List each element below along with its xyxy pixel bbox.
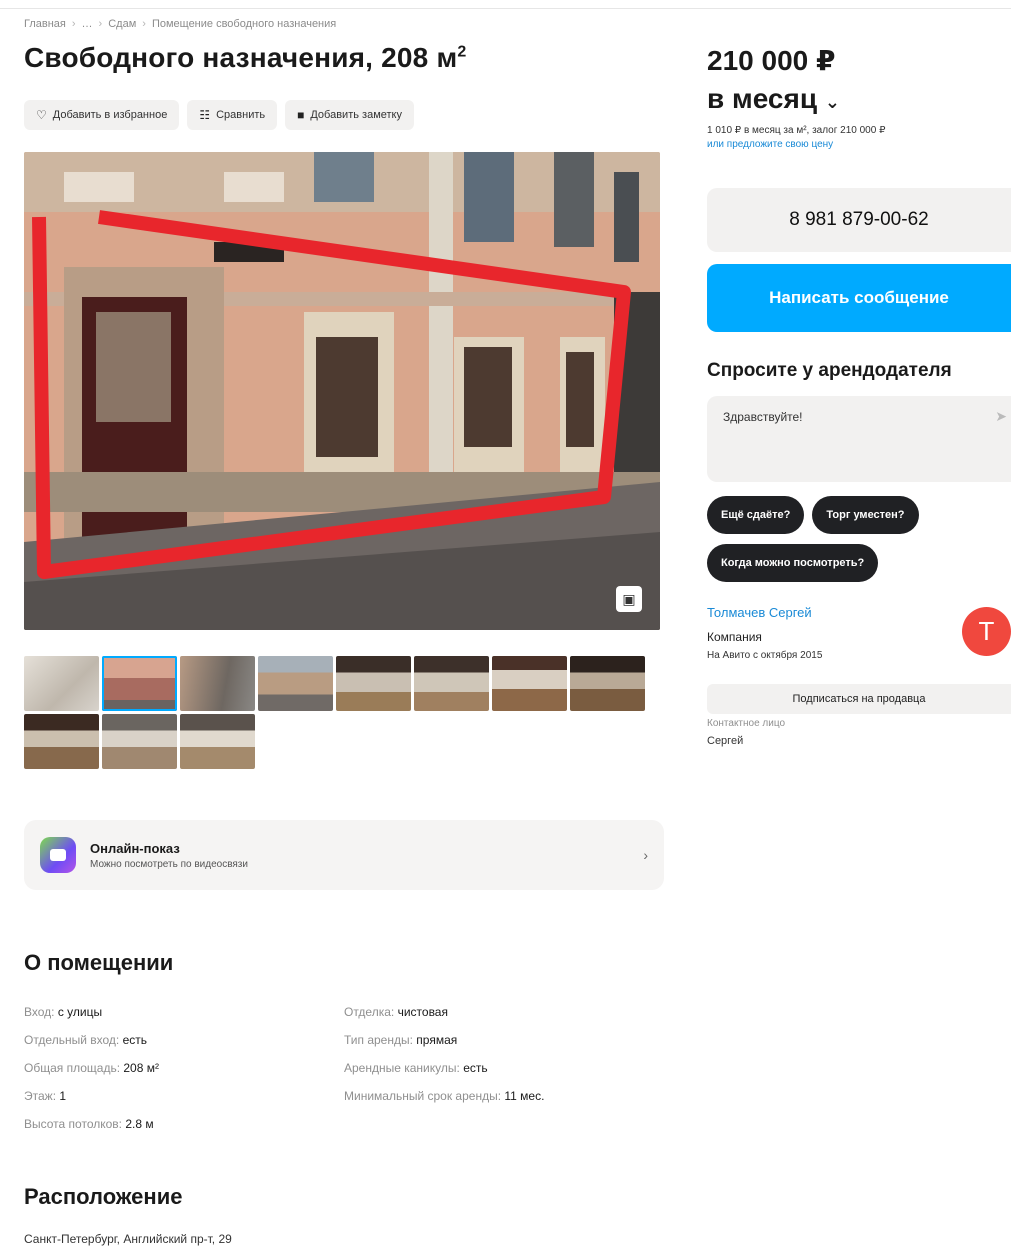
thumbnail[interactable] bbox=[102, 714, 177, 769]
compare-button[interactable]: ☷ Сравнить bbox=[187, 100, 278, 130]
thumbnail[interactable] bbox=[102, 656, 177, 711]
show-phone-button[interactable]: 8 981 879-00-62 bbox=[707, 188, 1011, 252]
params-right: Отделка: чистовая Тип аренды: прямая Аре… bbox=[344, 998, 664, 1138]
param-item: Общая площадь: 208 м² bbox=[24, 1061, 159, 1075]
price-amount: 210 000 ₽ bbox=[707, 45, 836, 76]
contact-person-label: Контактное лицо bbox=[707, 718, 786, 729]
quick-question-chip[interactable]: Когда можно посмотреть? bbox=[707, 544, 879, 582]
note-icon: ■ bbox=[297, 108, 305, 122]
compare-icon: ☷ bbox=[199, 108, 211, 122]
param-item: Вход: с улицы bbox=[24, 1005, 103, 1019]
breadcrumb-home[interactable]: Главная bbox=[24, 18, 66, 30]
about-params: Вход: с улицы Отдельный вход: есть Общая… bbox=[24, 998, 664, 1138]
storefront-photo bbox=[24, 152, 660, 630]
breadcrumb-separator: › bbox=[71, 18, 76, 30]
thumbnail[interactable] bbox=[258, 656, 333, 711]
breadcrumb-category[interactable]: Помещение свободного назначения bbox=[152, 18, 336, 30]
offer-price-link[interactable]: или предложите свою цену bbox=[707, 138, 885, 152]
main-photo[interactable]: ▣ bbox=[24, 152, 660, 630]
write-message-button[interactable]: Написать сообщение bbox=[707, 264, 1011, 332]
params-left: Вход: с улицы Отдельный вход: есть Общая… bbox=[24, 998, 344, 1138]
address: Санкт-Петербург, Английский пр-т, 29 bbox=[24, 1232, 232, 1246]
thumbnail[interactable] bbox=[180, 656, 255, 711]
thumbnail[interactable] bbox=[336, 656, 411, 711]
quick-question-chip[interactable]: Торг уместен? bbox=[812, 496, 919, 534]
thumbnail[interactable] bbox=[414, 656, 489, 711]
seller-since: На Авито с октября 2015 bbox=[707, 650, 823, 661]
price-note: 1 010 ₽ в месяц за м², залог 210 000 ₽ и… bbox=[707, 124, 885, 152]
heart-icon: ♡ bbox=[36, 108, 47, 122]
breadcrumb-separator: › bbox=[142, 18, 146, 30]
location-section-title: Расположение bbox=[24, 1184, 183, 1209]
thumbnail[interactable] bbox=[24, 714, 99, 769]
top-divider bbox=[0, 8, 1011, 9]
quick-questions: Ещё сдаёте? Торг уместен? Когда можно по… bbox=[707, 496, 1007, 582]
page-title: Свободного назначения, 208 м2 bbox=[24, 42, 466, 74]
page-title-superscript: 2 bbox=[457, 43, 467, 61]
ask-seller-title: Спросите у арендодателя bbox=[707, 360, 952, 381]
param-item: Отдельный вход: есть bbox=[24, 1033, 147, 1047]
photo-thumbnails bbox=[24, 656, 664, 769]
contact-person-name: Сергей bbox=[707, 735, 744, 747]
price-period: в месяц bbox=[707, 83, 818, 114]
thumbnail[interactable] bbox=[24, 656, 99, 711]
thumbnail[interactable] bbox=[492, 656, 567, 711]
price-block: 210 000 ₽ в месяц ⌄ bbox=[707, 42, 840, 121]
seller-type: Компания bbox=[707, 630, 762, 644]
seller-name-link[interactable]: Толмачев Сергей bbox=[707, 605, 812, 620]
listing-actions: ♡ Добавить в избранное ☷ Сравнить ■ Доба… bbox=[24, 100, 414, 130]
thumbnail[interactable] bbox=[570, 656, 645, 711]
param-item: Тип аренды: прямая bbox=[344, 1033, 458, 1047]
breadcrumb-ellipsis[interactable]: … bbox=[82, 18, 93, 30]
compare-label: Сравнить bbox=[216, 109, 266, 121]
param-item: Арендные каникулы: есть bbox=[344, 1061, 488, 1075]
thumbnail[interactable] bbox=[180, 714, 255, 769]
add-note-button[interactable]: ■ Добавить заметку bbox=[285, 100, 414, 130]
add-note-label: Добавить заметку bbox=[310, 109, 402, 121]
quick-question-chip[interactable]: Ещё сдаёте? bbox=[707, 496, 805, 534]
add-favorite-label: Добавить в избранное bbox=[52, 109, 168, 121]
ask-seller-input[interactable]: Здравствуйте! ➤ bbox=[707, 396, 1011, 482]
price-per-meter: 1 010 ₽ в месяц за м², залог 210 000 ₽ bbox=[707, 125, 886, 136]
param-item: Минимальный срок аренды: 11 мес. bbox=[344, 1089, 545, 1103]
chevron-down-icon: ⌄ bbox=[824, 92, 840, 112]
breadcrumb: Главная › … › Сдам › Помещение свободног… bbox=[24, 18, 336, 30]
online-showing-banner[interactable]: Онлайн-показ Можно посмотреть по видеосв… bbox=[24, 820, 664, 890]
price-period-selector[interactable]: в месяц ⌄ bbox=[707, 80, 840, 121]
video-call-icon bbox=[40, 837, 76, 873]
avatar[interactable]: Т bbox=[962, 607, 1011, 656]
subscribe-seller-button[interactable]: Подписаться на продавца bbox=[707, 684, 1011, 714]
about-section-title: О помещении bbox=[24, 950, 174, 975]
send-icon[interactable]: ➤ bbox=[995, 408, 1007, 425]
param-item: Отделка: чистовая bbox=[344, 1005, 448, 1019]
ask-seller-input-text: Здравствуйте! bbox=[723, 410, 803, 424]
add-favorite-button[interactable]: ♡ Добавить в избранное bbox=[24, 100, 180, 130]
breadcrumb-rent[interactable]: Сдам bbox=[108, 18, 136, 30]
gallery-icon[interactable]: ▣ bbox=[616, 586, 642, 612]
chevron-right-icon: › bbox=[643, 847, 648, 863]
param-item: Высота потолков: 2.8 м bbox=[24, 1117, 154, 1131]
param-item: Этаж: 1 bbox=[24, 1089, 67, 1103]
page-title-text: Свободного назначения, 208 м bbox=[24, 42, 458, 73]
breadcrumb-separator: › bbox=[98, 18, 103, 30]
online-showing-subtitle: Можно посмотреть по видеосвязи bbox=[90, 858, 248, 870]
online-showing-title: Онлайн-показ bbox=[90, 840, 180, 856]
